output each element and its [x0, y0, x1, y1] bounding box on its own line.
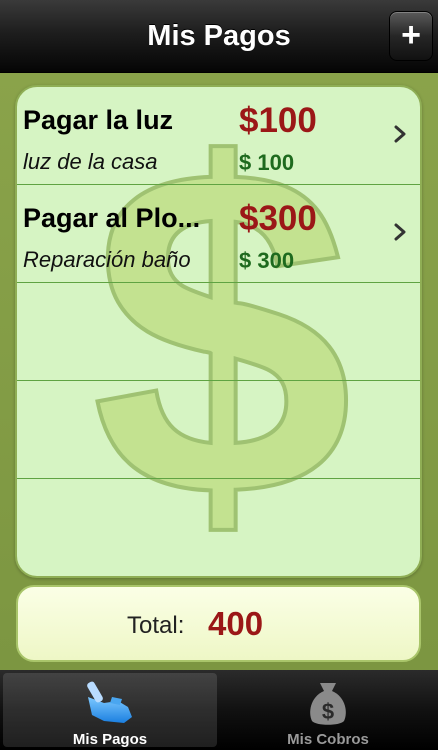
tab-bar: Mis Pagos $ Mis Cobros [0, 670, 438, 750]
payment-amount-secondary: $ 300 [239, 248, 295, 273]
tab-mis-pagos[interactable]: Mis Pagos [3, 673, 217, 748]
payment-row[interactable]: Pagar al Plo... Reparación baño $300 $ 3… [17, 185, 420, 283]
payments-list: $ Pagar la luz luz de la casa $100 $ 100… [15, 85, 422, 578]
page-title: Mis Pagos [147, 20, 291, 52]
main-content: $ Pagar la luz luz de la casa $100 $ 100… [0, 73, 438, 670]
empty-row [17, 381, 420, 479]
add-payment-button[interactable]: + [389, 11, 433, 61]
payment-description: Reparación baño [23, 247, 191, 272]
payment-amount: $100 [239, 101, 317, 140]
payment-title: Pagar al Plo... [23, 203, 201, 233]
chevron-right-icon [394, 125, 406, 143]
tab-label: Mis Cobros [287, 731, 369, 748]
tab-label: Mis Pagos [72, 731, 148, 748]
payment-row[interactable]: Pagar la luz luz de la casa $100 $ 100 [17, 87, 420, 185]
pay-hand-icon [87, 681, 132, 723]
empty-row [17, 283, 420, 381]
total-value: 400 [208, 605, 264, 642]
svg-text:$: $ [322, 699, 334, 724]
tab-mis-cobros[interactable]: $ Mis Cobros [221, 673, 435, 748]
total-panel: Total: 400 [16, 585, 421, 662]
chevron-right-icon [394, 223, 406, 241]
payment-description: luz de la casa [23, 149, 158, 174]
navigation-bar: Mis Pagos + [0, 0, 438, 73]
payment-amount: $300 [239, 199, 317, 238]
total-label: Total: [127, 612, 185, 639]
payment-title: Pagar la luz [23, 105, 174, 135]
money-bag-icon: $ [310, 683, 346, 725]
payment-amount-secondary: $ 100 [239, 150, 295, 175]
